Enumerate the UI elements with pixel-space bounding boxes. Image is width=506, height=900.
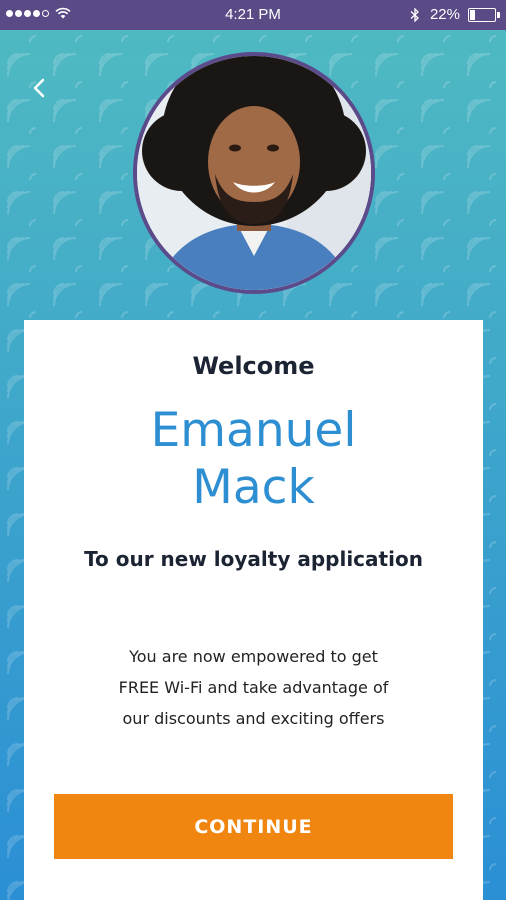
welcome-description: You are now empowered to get FREE Wi-Fi … <box>84 641 423 734</box>
battery-percent: 22% <box>429 6 460 23</box>
bluetooth-icon <box>410 7 419 22</box>
description-line: FREE Wi-Fi and take advantage of <box>118 678 389 697</box>
battery-nub <box>497 11 500 18</box>
battery-icon <box>468 7 500 22</box>
welcome-subtitle: To our new loyalty application <box>84 547 423 571</box>
back-button[interactable] <box>28 76 52 100</box>
battery-fill <box>470 9 475 20</box>
status-bar: 4:21 PM 22% <box>0 0 506 30</box>
user-last-name: Mack <box>192 460 315 515</box>
user-first-name: Emanuel <box>150 403 357 458</box>
description-line: our discounts and exciting offers <box>122 709 385 728</box>
avatar-illustration <box>137 56 371 290</box>
user-name: Emanuel Mack <box>24 402 483 516</box>
status-right: 22% <box>410 6 500 23</box>
user-avatar <box>133 52 375 294</box>
welcome-heading: Welcome <box>192 352 315 380</box>
description-line: You are now empowered to get <box>129 647 378 666</box>
continue-button[interactable]: CONTINUE <box>54 794 453 859</box>
welcome-card: Welcome Emanuel Mack To our new loyalty … <box>24 320 483 900</box>
chevron-left-icon <box>33 78 45 98</box>
